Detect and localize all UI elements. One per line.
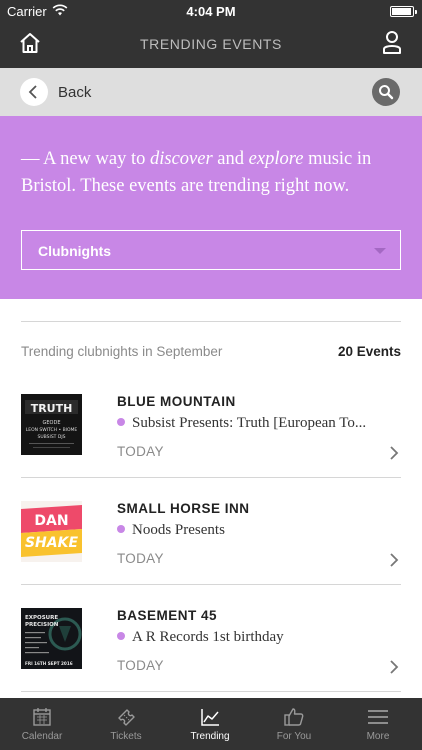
- caret-down-icon: [374, 248, 386, 254]
- hero-banner: — A new way to discover and explore musi…: [0, 116, 422, 299]
- exposure-poster-line-2: PRECISION: [25, 622, 59, 628]
- tab-trending[interactable]: Trending: [168, 698, 252, 750]
- event-count: 20 Events: [337, 344, 401, 359]
- category-dropdown[interactable]: Clubnights: [21, 230, 401, 270]
- event-venue: BASEMENT 45: [117, 608, 218, 623]
- tab-bar: Calendar Tickets Trending For You More: [0, 698, 422, 750]
- event-name: A R Records 1st birthday: [117, 629, 401, 646]
- status-bar: Carrier 4:04 PM: [0, 0, 422, 22]
- event-poster: EXPOSURE PRECISION FRI 16TH SEPT 2016: [21, 608, 82, 669]
- event-poster: DAN SHAKE: [21, 501, 82, 562]
- back-bar: Back: [0, 68, 422, 116]
- divider: [21, 477, 401, 478]
- tab-calendar[interactable]: Calendar: [0, 698, 84, 750]
- truth-poster-line-2: LEON SWITCH • BIOME: [26, 427, 78, 433]
- chevron-right-icon: [390, 660, 399, 674]
- thumbs-up-icon: [284, 708, 304, 726]
- divider: [21, 321, 401, 322]
- event-poster: TRUTH GEODE LEON SWITCH • BIOME SUBSIST …: [21, 394, 82, 455]
- dropdown-value: Clubnights: [38, 243, 112, 259]
- event-date: TODAY: [117, 444, 164, 459]
- search-icon: [379, 85, 394, 100]
- category-dot: [117, 525, 125, 533]
- page-title: TRENDING EVENTS: [139, 36, 282, 52]
- intro-prefix: — A new way to: [21, 149, 150, 169]
- tab-label: Trending: [190, 731, 230, 742]
- user-icon[interactable]: [382, 30, 402, 54]
- nav-bar: TRENDING EVENTS: [0, 22, 422, 68]
- truth-poster-art: TRUTH GEODE LEON SWITCH • BIOME SUBSIST …: [21, 394, 82, 455]
- section-label: Trending clubnights in September: [21, 344, 223, 359]
- trending-chart-icon: [201, 709, 219, 726]
- search-button[interactable]: [372, 78, 400, 106]
- event-date: TODAY: [117, 658, 164, 673]
- divider: [21, 691, 401, 692]
- tab-label: For You: [276, 731, 312, 742]
- exposure-poster-footer: FRI 16TH SEPT 2016: [25, 661, 73, 666]
- event-name-text: A R Records 1st birthday: [132, 629, 284, 645]
- section-header: Trending clubnights in September 20 Even…: [21, 344, 401, 359]
- event-venue: BLUE MOUNTAIN: [117, 394, 236, 409]
- calendar-icon: [33, 708, 51, 726]
- menu-icon: [368, 710, 388, 724]
- back-button[interactable]: [20, 78, 48, 106]
- intro-explore: explore: [248, 149, 304, 169]
- truth-poster-title: TRUTH: [31, 402, 73, 415]
- event-name-text: Noods Presents: [132, 522, 225, 538]
- tab-more[interactable]: More: [336, 698, 420, 750]
- tab-label: Calendar: [21, 731, 63, 742]
- event-venue: SMALL HORSE INN: [117, 501, 250, 516]
- event-name: Noods Presents: [117, 522, 401, 539]
- category-dot: [117, 418, 125, 426]
- clock: 4:04 PM: [186, 4, 236, 19]
- dan-poster-line-2: SHAKE: [25, 535, 78, 551]
- divider: [21, 584, 401, 585]
- intro-and: and: [212, 149, 249, 169]
- event-name-text: Subsist Presents: Truth [European To...: [132, 415, 367, 431]
- tab-label: More: [366, 731, 390, 742]
- dan-poster-line-1: DAN: [34, 513, 68, 529]
- battery-icon: [390, 6, 417, 17]
- chevron-right-icon: [390, 446, 399, 460]
- event-date: TODAY: [117, 551, 164, 566]
- intro-discover: discover: [149, 149, 213, 169]
- exposure-poster-line-1: EXPOSURE: [25, 615, 58, 621]
- tab-tickets[interactable]: Tickets: [84, 698, 168, 750]
- intro-text: — A new way to discover and explore musi…: [21, 146, 406, 200]
- truth-poster-line-3: SUBSIST DJS: [37, 434, 65, 440]
- chevron-right-icon: [390, 553, 399, 567]
- tab-label: Tickets: [110, 731, 142, 742]
- chevron-left-icon: [28, 85, 37, 99]
- exposure-poster-art: EXPOSURE PRECISION FRI 16TH SEPT 2016: [21, 608, 82, 669]
- tab-for-you[interactable]: For You: [252, 698, 336, 750]
- dan-shake-poster-art: DAN SHAKE: [21, 501, 82, 562]
- truth-poster-line-1: GEODE: [43, 420, 61, 426]
- ticket-icon: [118, 709, 135, 726]
- back-label[interactable]: Back: [58, 84, 91, 101]
- event-name: Subsist Presents: Truth [European To...: [117, 415, 401, 432]
- category-dot: [117, 632, 125, 640]
